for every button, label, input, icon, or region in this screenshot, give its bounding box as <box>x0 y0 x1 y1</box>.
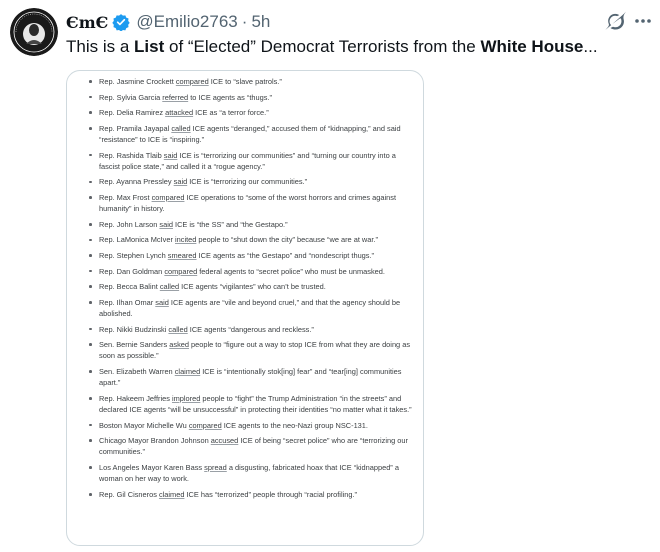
list-item-quote: ICE as “a terror force.” <box>193 108 269 118</box>
list-item-source-link: said <box>163 150 178 160</box>
list-item-subject: Los Angeles Mayor Karen Bass <box>99 462 205 472</box>
list-item-subject: Rep. LaMonica McIver <box>99 235 175 245</box>
list-item-source-link: called <box>159 282 180 292</box>
list-item-subject: Rep. Becca Balint <box>99 282 160 292</box>
avatar-image <box>10 8 58 56</box>
list-item-source-link: implored <box>171 393 201 403</box>
list-item: Rep. Sylvia Garcia referred to ICE agent… <box>87 92 413 103</box>
verified-badge-icon <box>112 13 131 31</box>
list-item: Rep. Jasmine Crockett compared ICE to “s… <box>87 76 413 87</box>
author-display-name[interactable]: ЄmЄ <box>66 13 108 32</box>
list-item-subject: Rep. Ayanna Pressley <box>99 177 174 187</box>
separator-dot: · <box>241 12 248 31</box>
list-item-subject: Rep. Delia Ramirez <box>99 108 166 118</box>
list-item: Rep. Nikki Budzinski called ICE agents “… <box>87 324 413 335</box>
list-item-source-link: called <box>171 123 191 133</box>
author-handle[interactable]: @Emilio2763 <box>136 12 237 32</box>
list-item-source-link: smeared <box>167 250 197 260</box>
list-item-subject: Rep. Stephen Lynch <box>99 250 168 260</box>
list-item-subject: Chicago Mayor Brandon Johnson <box>99 436 211 446</box>
list-item-subject: Rep. Sylvia Garcia <box>99 92 163 102</box>
list-item-quote: federal agents to “secret police” who mu… <box>197 266 385 276</box>
list-item-source-link: claimed <box>174 366 201 376</box>
list-item-quote: to ICE agents as “thugs.” <box>188 92 272 102</box>
tweet-text-part: This is a <box>66 37 135 56</box>
list-item-quote: people to “shut down the city” because “… <box>196 235 378 245</box>
list-item-source-link: said <box>155 297 169 307</box>
tweet-text-bold: White House <box>480 37 584 56</box>
list-item-source-link: referred <box>162 92 189 102</box>
list-item-quote: ICE to “slave patrols.” <box>208 77 282 86</box>
list-item: Rep. Ilhan Omar said ICE agents are “vil… <box>87 297 413 319</box>
tweet-text: This is a List of “Elected” Democrat Ter… <box>66 36 650 58</box>
tweet-text-ellipsis: ... <box>583 37 598 56</box>
list-item-subject: Rep. Ilhan Omar <box>99 297 156 307</box>
list-item: Rep. Hakeem Jeffries implored people to … <box>87 393 413 415</box>
list-item-source-link: compared <box>175 77 209 86</box>
list-item-quote: ICE has “terrorized” people through “rac… <box>184 489 357 499</box>
list-item-source-link: said <box>173 177 188 187</box>
post-header: ЄmЄ @Emilio2763 · 5h <box>66 10 590 34</box>
list-item-quote: ICE agents as “the Gestapo” and “nondesc… <box>196 250 375 260</box>
list-item-source-link: compared <box>151 192 185 202</box>
list-item-subject: Rep. Jasmine Crockett <box>99 77 176 86</box>
list-item: Rep. Pramila Jayapal called ICE agents “… <box>87 123 413 145</box>
tweet-text-bold: List <box>134 37 165 56</box>
list-item-source-link: asked <box>169 340 189 350</box>
list-item-source-link: spread <box>204 462 227 472</box>
list-item: Sen. Elizabeth Warren claimed ICE is “in… <box>87 366 413 388</box>
avatar[interactable] <box>10 8 58 56</box>
list-item-quote: ICE is “terrorizing our communities.” <box>187 177 308 187</box>
more-icon[interactable] <box>632 12 654 30</box>
list-item-subject: Rep. Rashida Tlaib <box>99 150 164 160</box>
list-item: Rep. Gil Cisneros claimed ICE has “terro… <box>87 489 413 500</box>
list-item: Boston Mayor Michelle Wu compared ICE ag… <box>87 420 413 431</box>
list-item-subject: Boston Mayor Michelle Wu <box>99 420 189 430</box>
list-item: Rep. Ayanna Pressley said ICE is “terror… <box>87 176 413 187</box>
list-item-source-link: accused <box>210 436 239 446</box>
list-item-subject: Rep. Hakeem Jeffries <box>99 393 172 403</box>
grok-icon[interactable] <box>604 10 627 32</box>
list-item: Rep. Max Frost compared ICE operations t… <box>87 192 413 214</box>
tweet-post: ЄmЄ @Emilio2763 · 5h This is a List of “… <box>0 0 660 552</box>
list-item-source-link: incited <box>175 235 197 245</box>
tweet-text-part: of “Elected” Democrat Terrorists from th… <box>164 37 481 56</box>
list-item-subject: Rep. Pramila Jayapal <box>99 123 172 133</box>
post-timestamp[interactable]: 5h <box>251 12 270 32</box>
list-item: Sen. Bernie Sanders asked people to “fig… <box>87 339 413 361</box>
list-item-subject: Sen. Elizabeth Warren <box>99 366 175 376</box>
politician-list: Rep. Jasmine Crockett compared ICE to “s… <box>67 71 423 500</box>
attached-image[interactable]: Rep. Jasmine Crockett compared ICE to “s… <box>66 70 424 546</box>
list-item-source-link: compared <box>188 420 222 430</box>
list-item-quote: ICE agents “vigilantes” who can’t be tru… <box>179 282 326 292</box>
list-item-subject: Rep. John Larson <box>99 219 160 229</box>
list-item-subject: Rep. Max Frost <box>99 192 152 202</box>
list-item-subject: Rep. Dan Goldman <box>99 266 165 276</box>
list-item: Rep. Stephen Lynch smeared ICE agents as… <box>87 250 413 261</box>
list-item-quote: ICE agents “dangerous and reckless.” <box>187 324 314 334</box>
list-item-quote: ICE is “the SS” and “the Gestapo.” <box>172 219 288 229</box>
list-item-subject: Rep. Gil Cisneros <box>99 489 159 499</box>
list-item: Chicago Mayor Brandon Johnson accused IC… <box>87 435 413 457</box>
list-item-subject: Rep. Nikki Budzinski <box>99 324 169 334</box>
list-item-quote: ICE agents to the neo-Nazi group NSC-131… <box>221 420 368 430</box>
list-item-source-link: said <box>159 219 173 229</box>
list-item: Rep. John Larson said ICE is “the SS” an… <box>87 219 413 230</box>
list-item-source-link: claimed <box>158 489 185 499</box>
list-item: Rep. Rashida Tlaib said ICE is “terroriz… <box>87 150 413 172</box>
list-item: Rep. Becca Balint called ICE agents “vig… <box>87 281 413 292</box>
list-item: Rep. Delia Ramirez attacked ICE as “a te… <box>87 107 413 118</box>
list-item-source-link: called <box>168 324 188 334</box>
list-item: Rep. LaMonica McIver incited people to “… <box>87 234 413 245</box>
list-item: Los Angeles Mayor Karen Bass spread a di… <box>87 462 413 484</box>
list-item-subject: Sen. Bernie Sanders <box>99 340 170 350</box>
list-item-source-link: attacked <box>165 108 194 118</box>
list-item-source-link: compared <box>164 266 198 276</box>
list-item: Rep. Dan Goldman compared federal agents… <box>87 266 413 277</box>
